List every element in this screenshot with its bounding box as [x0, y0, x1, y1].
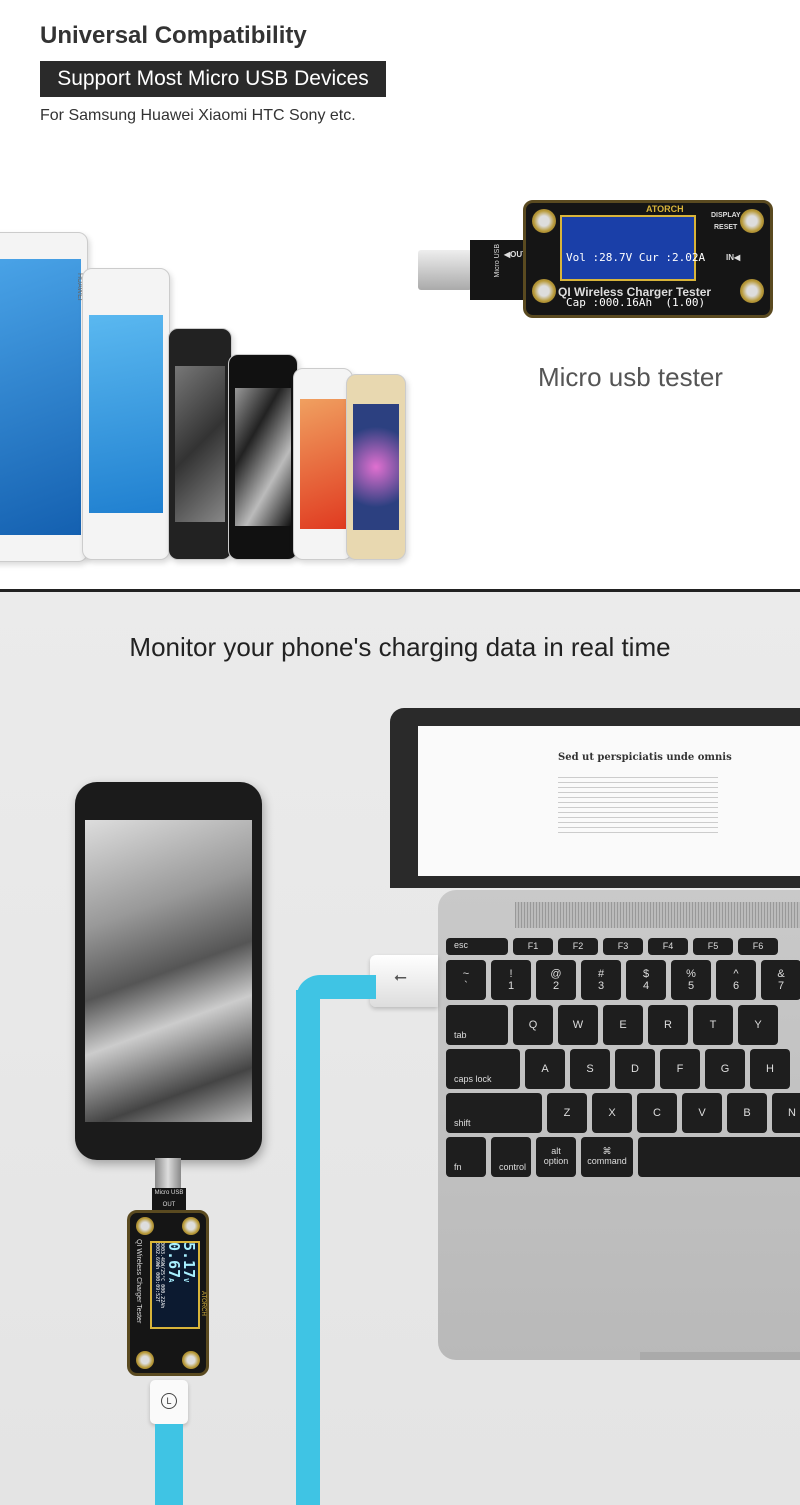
key-letter[interactable]: R [648, 1005, 688, 1045]
cable-lower [155, 1424, 183, 1505]
phone-gold [346, 374, 406, 560]
key-letter[interactable]: T [693, 1005, 733, 1045]
in-label: IN◀ [726, 253, 741, 262]
key-space[interactable] [638, 1137, 800, 1177]
key-command[interactable]: ⌘ command [581, 1137, 633, 1177]
key-letter[interactable]: W [558, 1005, 598, 1045]
key-letter[interactable]: B [727, 1093, 767, 1133]
phone-screen [85, 820, 252, 1122]
compatibility-section: Universal Compatibility Support Most Mic… [0, 0, 800, 590]
key-f2[interactable]: F2 [558, 938, 598, 955]
key-letter[interactable]: H [750, 1049, 790, 1089]
key-f1[interactable]: F1 [513, 938, 553, 955]
micro-usb-plug [155, 1158, 181, 1190]
key-f6[interactable]: F6 [738, 938, 778, 955]
usb-symbol-icon: ⭠ [394, 969, 407, 986]
connector-board: Micro USB ◀OUT [470, 240, 530, 300]
usb-tester-device: ATORCH DISPLAY RESET IN◀ Vol :28.7V Cur … [523, 200, 773, 399]
product-name: QI Wireless Charger Tester [558, 285, 712, 299]
phone-white [293, 368, 353, 560]
key-option[interactable]: alt option [536, 1137, 576, 1177]
support-badge: Support Most Micro USB Devices [40, 61, 386, 97]
key-f4[interactable]: F4 [648, 938, 688, 955]
key-tab[interactable]: tab [446, 1005, 508, 1045]
document-title: Sed ut perspiciatis unde omnis [558, 752, 732, 763]
key-letter[interactable]: F [660, 1049, 700, 1089]
key-caps-lock[interactable]: caps lock [446, 1049, 520, 1089]
lcd-screen-vertical: 5.17V 0.67A 0003.46W/25°C 000.22Ah 0002.… [150, 1241, 200, 1329]
brand-label: ATORCH [646, 204, 684, 214]
usb-c-adapter: L [150, 1380, 188, 1424]
phone-dark-1 [168, 328, 232, 560]
key-letter[interactable]: X [592, 1093, 632, 1133]
key-number[interactable]: % 5 [671, 960, 711, 1000]
lcd-screen: Vol :28.7V Cur :2.02A Cap :000.16Ah (1.0… [560, 215, 705, 399]
key-letter[interactable]: G [705, 1049, 745, 1089]
speaker-grille [515, 902, 800, 928]
cable-vertical [296, 990, 320, 1505]
usb-plug [418, 250, 472, 290]
phone-dark-2 [228, 354, 298, 560]
key-number[interactable]: @2 [536, 960, 576, 1000]
key-f5[interactable]: F5 [693, 938, 733, 955]
display-button-label[interactable]: DISPLAY [711, 212, 741, 219]
brand-list: For Samsung Huawei Xiaomi HTC Sony etc. [40, 107, 356, 124]
key-letter[interactable]: E [603, 1005, 643, 1045]
tablet-small [82, 268, 170, 560]
key-number[interactable]: & 7 [761, 960, 800, 1000]
key-shift[interactable]: shift [446, 1093, 542, 1133]
touchpad-edge [640, 1352, 800, 1360]
key-letter[interactable]: V [682, 1093, 722, 1133]
usb-cable-plug: ⭠ [370, 955, 438, 1007]
key-number[interactable]: ~ ` [446, 960, 486, 1000]
section-heading: Monitor your phone's charging data in re… [129, 632, 671, 662]
adapter-logo: L [161, 1393, 177, 1409]
reset-button-label[interactable]: RESET [714, 224, 737, 231]
key-esc[interactable]: esc [446, 938, 508, 955]
key-number[interactable]: $4 [626, 960, 666, 1000]
key-number[interactable]: #3 [581, 960, 621, 1000]
key-letter[interactable]: Q [513, 1005, 553, 1045]
tablet-large: HUAWEI [0, 232, 88, 562]
key-control[interactable]: control [491, 1137, 531, 1177]
key-fn[interactable]: fn [446, 1137, 486, 1177]
key-letter[interactable]: N [772, 1093, 800, 1133]
key-f3[interactable]: F3 [603, 938, 643, 955]
key-letter[interactable]: A [525, 1049, 565, 1089]
section-title: Universal Compatibility [40, 22, 307, 49]
smartphone [75, 782, 262, 1160]
key-letter[interactable]: Z [547, 1093, 587, 1133]
usb-tester-vertical: 5.17V 0.67A 0003.46W/25°C 000.22Ah 0002.… [127, 1210, 209, 1376]
key-number[interactable]: ! 1 [491, 960, 531, 1000]
key-letter[interactable]: S [570, 1049, 610, 1089]
tester-caption: Micro usb tester [538, 362, 723, 392]
key-letter[interactable]: D [615, 1049, 655, 1089]
laptop-screen: Sed ut perspiciatis unde omnis [418, 726, 800, 876]
key-number[interactable]: ^ 6 [716, 960, 756, 1000]
key-letter[interactable]: Y [738, 1005, 778, 1045]
key-letter[interactable]: C [637, 1093, 677, 1133]
